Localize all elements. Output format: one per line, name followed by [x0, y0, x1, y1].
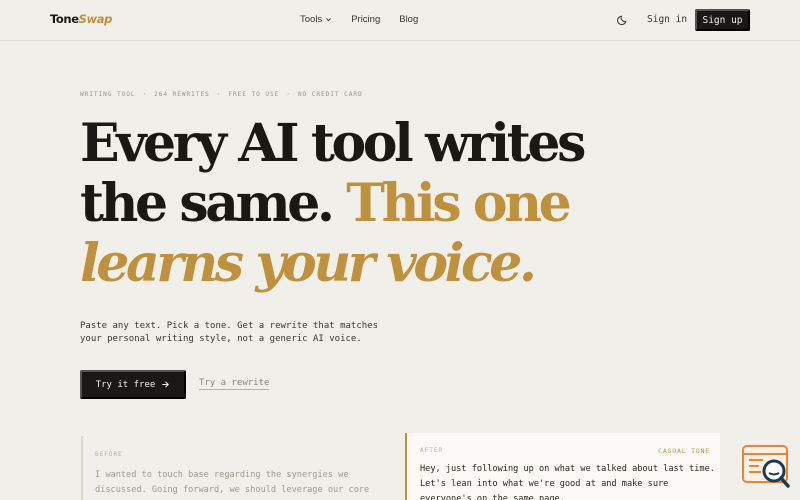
- moon-icon[interactable]: [617, 14, 629, 26]
- headline-line-1: Every AI tool writes: [80, 113, 586, 174]
- headline-line-2: the same.: [80, 173, 347, 234]
- hero-headline: Every AI tool writes the same. This one …: [80, 113, 586, 294]
- sign-in-link[interactable]: Sign in: [647, 14, 687, 25]
- tone-badge: CASUAL TONE: [658, 447, 710, 455]
- nav-link-blog[interactable]: Blog: [399, 14, 418, 25]
- meta-separator: ·: [142, 91, 148, 98]
- before-card: BEFORE I wanted to touch base regarding …: [81, 436, 391, 500]
- meta-separator: ·: [286, 91, 291, 98]
- try-it-free-button[interactable]: Try it free: [80, 370, 186, 399]
- after-card: AFTER CASUAL TONE Hey, just following up…: [405, 433, 720, 500]
- before-text: I wanted to touch base regarding the syn…: [95, 470, 370, 495]
- meta-rewrite-count: 264 REWRITES: [154, 91, 210, 98]
- nav-link-tools-label: Tools: [300, 14, 323, 25]
- chevron-down-icon: [326, 18, 332, 22]
- hero-subcopy: Paste any text. Pick a tone. Get a rewri…: [80, 321, 379, 344]
- meta-free: FREE TO USE: [228, 91, 280, 98]
- chat-search-icon: [742, 445, 790, 488]
- headline-line-3: learns your voice.: [80, 233, 537, 294]
- arrow-right-icon: [162, 381, 170, 388]
- top-nav: ToneSwap Tools Pricing Blog Sign in Sign…: [0, 0, 800, 41]
- logo-accent: Swap: [78, 12, 113, 26]
- try-a-rewrite-link[interactable]: Try a rewrite: [199, 378, 270, 390]
- after-text: Hey, just following up on what we talked…: [420, 464, 715, 500]
- meta-separator: ·: [216, 91, 222, 98]
- nav-link-tools[interactable]: Tools: [300, 14, 332, 25]
- meta-no-card: NO CREDIT CARD: [297, 91, 363, 98]
- logo-main: Tone: [50, 12, 79, 26]
- logo[interactable]: ToneSwap: [50, 12, 112, 26]
- sign-up-button[interactable]: Sign up: [695, 9, 750, 31]
- headline-line-2-accent: This one: [346, 173, 571, 234]
- meta-category: WRITING TOOL: [80, 91, 136, 98]
- cta-label: Try it free: [95, 379, 156, 390]
- nav-link-pricing[interactable]: Pricing: [351, 14, 380, 25]
- hero-meta: WRITING TOOL · 264 REWRITES · FREE TO US…: [80, 91, 363, 98]
- nav-links: Tools Pricing Blog: [300, 14, 418, 25]
- before-label: BEFORE: [95, 451, 123, 458]
- chat-search-widget[interactable]: [741, 445, 791, 489]
